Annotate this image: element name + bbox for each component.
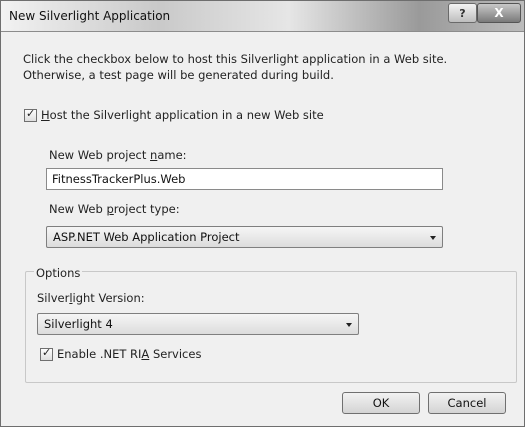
window-title: New Silverlight Application — [9, 9, 171, 23]
silverlight-version-label: Silverlight Version: — [37, 291, 145, 305]
project-type-value: ASP.NET Web Application Project — [53, 230, 240, 244]
dialog-window: New Silverlight Application ? X Click th… — [0, 0, 525, 427]
chevron-down-icon — [430, 236, 436, 240]
cancel-button[interactable]: Cancel — [428, 392, 506, 414]
enable-ria-services-checkbox[interactable]: ✓ — [40, 346, 53, 361]
help-icon: ? — [459, 6, 466, 20]
silverlight-version-value: Silverlight 4 — [44, 317, 113, 331]
host-web-site-label[interactable]: Host the Silverlight application in a ne… — [41, 108, 324, 122]
project-name-input[interactable] — [46, 168, 443, 190]
ok-button-label: OK — [372, 396, 390, 410]
cancel-button-label: Cancel — [447, 396, 487, 410]
project-type-label: New Web project type: — [49, 202, 180, 216]
host-web-site-checkbox[interactable]: ✓ — [24, 107, 37, 122]
ok-button[interactable]: OK — [342, 392, 420, 414]
close-icon: X — [494, 6, 504, 20]
checkmark-icon: ✓ — [42, 346, 52, 359]
close-button[interactable]: X — [477, 3, 521, 23]
checkmark-icon: ✓ — [26, 107, 36, 120]
enable-ria-services-label[interactable]: Enable .NET RIA Services — [57, 347, 201, 361]
project-type-dropdown[interactable]: ASP.NET Web Application Project — [46, 226, 443, 248]
description-text: Click the checkbox below to host this Si… — [23, 52, 448, 82]
silverlight-version-dropdown[interactable]: Silverlight 4 — [37, 313, 359, 335]
chevron-down-icon — [346, 323, 352, 327]
project-name-label: New Web project name: — [49, 148, 187, 162]
options-legend: Options — [34, 266, 83, 280]
help-button[interactable]: ? — [448, 3, 477, 23]
title-bar[interactable]: New Silverlight Application ? X — [1, 1, 524, 32]
